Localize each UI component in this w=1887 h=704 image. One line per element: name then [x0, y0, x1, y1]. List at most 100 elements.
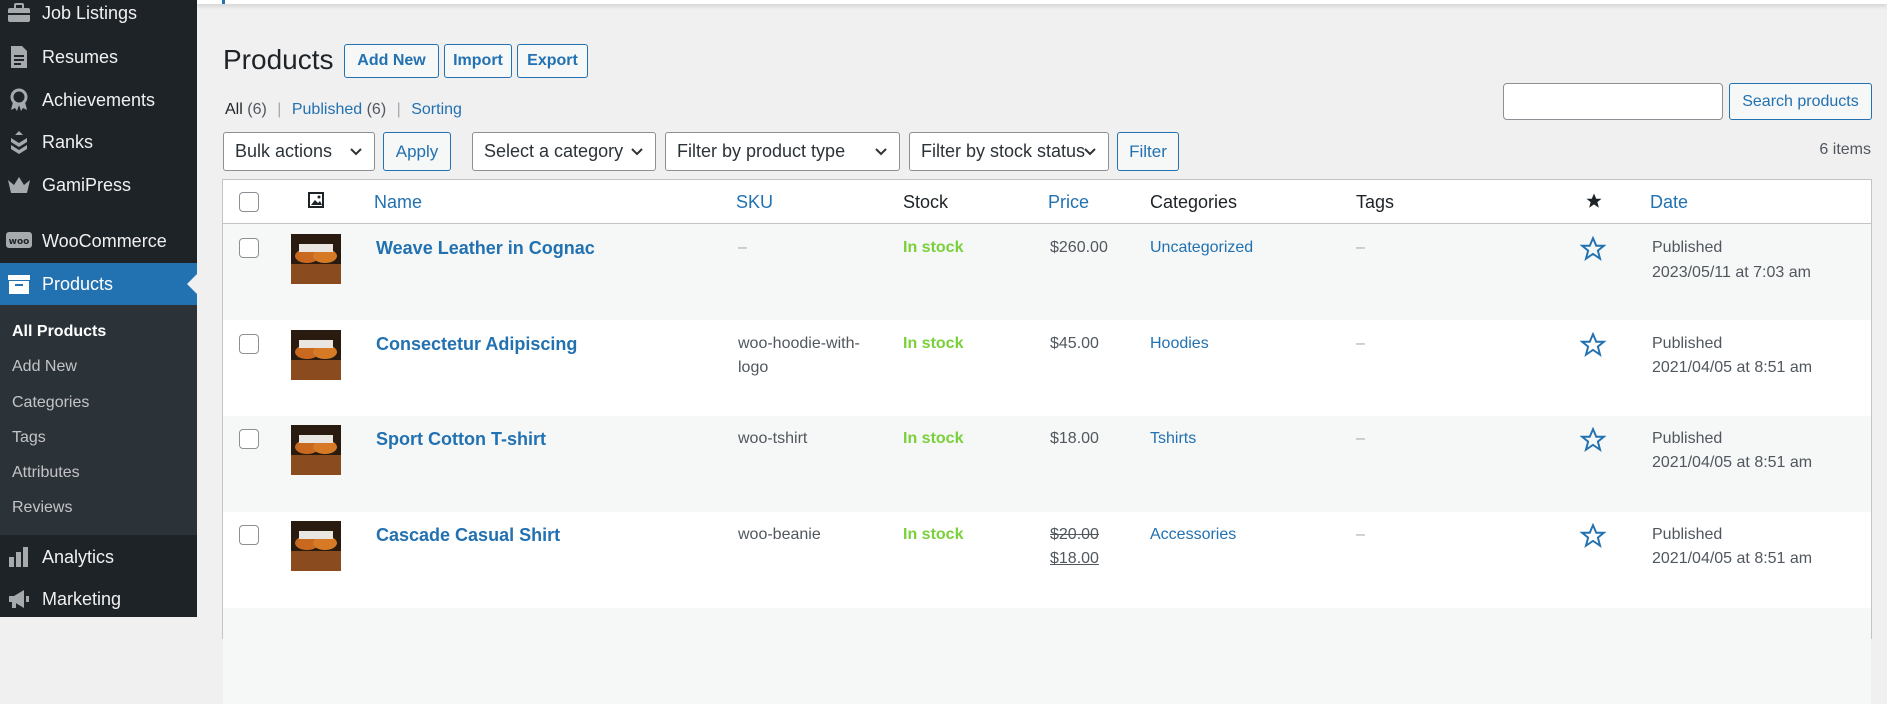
- row-checkbox[interactable]: [239, 429, 259, 449]
- product-name-link[interactable]: Cascade Casual Shirt: [376, 523, 560, 547]
- category-link[interactable]: Tshirts: [1150, 427, 1196, 451]
- star-outline-icon[interactable]: [1580, 523, 1606, 549]
- column-sku[interactable]: SKU: [736, 192, 773, 213]
- product-type-select[interactable]: Filter by product type: [665, 132, 900, 171]
- menu-item-label: Analytics: [42, 546, 115, 567]
- view-published-count: (6): [366, 101, 387, 118]
- star-outline-icon[interactable]: [1580, 332, 1606, 358]
- post-status: Published: [1652, 430, 1723, 447]
- stock-status-select[interactable]: Filter by stock status: [909, 132, 1109, 171]
- apply-button[interactable]: Apply: [383, 132, 451, 171]
- page-title: Products: [223, 44, 334, 75]
- product-name-link[interactable]: Consectetur Adipiscing: [376, 332, 577, 356]
- column-categories: Categories: [1150, 192, 1238, 212]
- filter-button[interactable]: Filter: [1117, 132, 1179, 171]
- stock-status: In stock: [903, 526, 964, 543]
- menu-item-label: Resumes: [42, 46, 119, 67]
- archive-icon: [6, 271, 32, 297]
- view-sorting-link[interactable]: Sorting: [411, 101, 462, 118]
- featured-star-icon: [1586, 193, 1602, 208]
- table-row: Cascade Casual Shirt woo-beanie In stock…: [223, 512, 1871, 608]
- menu-item-label: WooCommerce: [42, 230, 167, 251]
- menu-item-woocommerce[interactable]: woo WooCommerce: [0, 220, 197, 262]
- image-icon: [308, 192, 324, 208]
- status-filter-views: All (6) | Published (6) | Sorting: [225, 101, 462, 119]
- product-sku-wrap: logo: [738, 359, 769, 376]
- top-header-strip: [197, 0, 1887, 4]
- product-thumbnail[interactable]: [291, 330, 341, 380]
- submenu-reviews[interactable]: Reviews: [12, 499, 72, 517]
- product-sku: woo-hoodie-with-: [738, 335, 860, 352]
- menu-item-label: Marketing: [42, 588, 122, 609]
- row-checkbox[interactable]: [239, 238, 259, 258]
- regular-price: $20.00: [1050, 526, 1099, 543]
- post-status: Published: [1652, 526, 1723, 543]
- chevron-down-icon: [875, 148, 887, 156]
- menu-item-label: Products: [42, 273, 114, 294]
- column-name[interactable]: Name: [374, 192, 422, 213]
- view-separator: |: [277, 101, 282, 118]
- menu-item-resumes[interactable]: Resumes: [0, 36, 197, 78]
- menu-item-achievements[interactable]: Achievements: [0, 79, 197, 121]
- view-all-label[interactable]: All: [225, 101, 243, 118]
- product-thumbnail[interactable]: [291, 425, 341, 475]
- products-table: Name SKU Stock Price Categories Tags Dat…: [222, 179, 1872, 704]
- category-link[interactable]: Uncategorized: [1150, 236, 1253, 260]
- table-row: [223, 608, 1871, 704]
- import-button[interactable]: Import: [444, 44, 512, 78]
- column-price[interactable]: Price: [1048, 192, 1089, 213]
- menu-item-marketing[interactable]: Marketing: [0, 578, 197, 620]
- star-outline-icon[interactable]: [1580, 427, 1606, 453]
- bulk-actions-select[interactable]: Bulk actions: [223, 132, 375, 171]
- submenu-add-new[interactable]: Add New: [12, 358, 77, 376]
- column-tags: Tags: [1356, 192, 1395, 212]
- view-published-link[interactable]: Published: [292, 101, 362, 118]
- chevron-down-icon: [631, 148, 643, 156]
- menu-item-ranks[interactable]: Ranks: [0, 121, 197, 163]
- search-products-button[interactable]: Search products: [1729, 83, 1872, 120]
- star-outline-icon[interactable]: [1580, 236, 1606, 262]
- category-select[interactable]: Select a category: [472, 132, 656, 171]
- submenu-categories[interactable]: Categories: [12, 394, 89, 412]
- submenu-attributes[interactable]: Attributes: [12, 464, 80, 482]
- column-date[interactable]: Date: [1650, 192, 1688, 213]
- woo-icon: woo: [6, 228, 32, 254]
- stock-status: In stock: [903, 335, 964, 352]
- menu-item-analytics[interactable]: Analytics: [0, 536, 197, 578]
- bar-chart-icon: [6, 544, 32, 570]
- product-thumbnail[interactable]: [291, 234, 341, 284]
- award-icon: [6, 87, 32, 113]
- product-name-link[interactable]: Sport Cotton T-shirt: [376, 427, 546, 451]
- category-link[interactable]: Hoodies: [1150, 332, 1209, 356]
- product-tags: –: [1356, 335, 1365, 352]
- search-input[interactable]: [1503, 83, 1723, 120]
- menu-item-label: GamiPress: [42, 174, 132, 195]
- add-new-button[interactable]: Add New: [344, 44, 439, 78]
- category-link[interactable]: Accessories: [1150, 523, 1236, 547]
- menu-item-products[interactable]: Products: [0, 263, 197, 305]
- product-price: $45.00: [1050, 335, 1099, 352]
- product-sku: woo-tshirt: [738, 430, 808, 447]
- menu-item-label: Achievements: [42, 89, 156, 110]
- menu-item-gamipress[interactable]: GamiPress: [0, 164, 197, 206]
- post-date: 2021/04/05 at 8:51 am: [1652, 550, 1813, 567]
- row-checkbox[interactable]: [239, 525, 259, 545]
- row-checkbox[interactable]: [239, 334, 259, 354]
- menu-item-label: Ranks: [42, 131, 94, 152]
- megaphone-icon: [6, 586, 32, 612]
- export-button[interactable]: Export: [517, 44, 588, 78]
- product-name-link[interactable]: Weave Leather in Cognac: [376, 236, 595, 260]
- product-thumbnail[interactable]: [291, 521, 341, 571]
- column-stock: Stock: [903, 192, 949, 212]
- post-date: 2023/05/11 at 7:03 am: [1652, 264, 1811, 281]
- post-status: Published: [1652, 239, 1723, 256]
- chevron-down-icon: [350, 148, 362, 156]
- submenu-all-products[interactable]: All Products: [12, 323, 106, 341]
- svg-text:woo: woo: [9, 237, 30, 247]
- post-date: 2021/04/05 at 8:51 am: [1652, 359, 1813, 376]
- submenu-tags[interactable]: Tags: [12, 429, 46, 447]
- menu-item-job-listings[interactable]: Job Listings: [0, 0, 197, 34]
- items-count: 6 items: [1819, 141, 1871, 158]
- select-all-checkbox[interactable]: [239, 192, 259, 212]
- ranks-icon: [6, 129, 32, 155]
